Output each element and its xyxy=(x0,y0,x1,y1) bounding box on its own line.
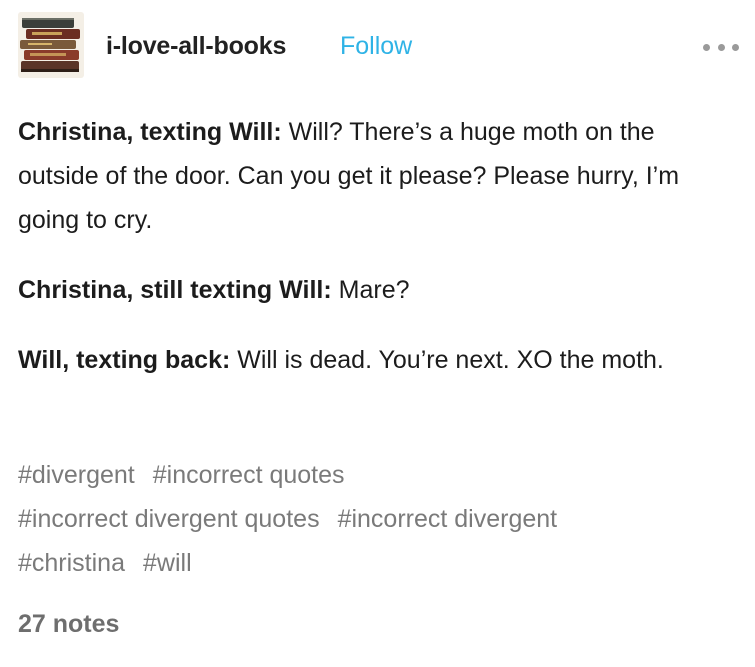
post-paragraph: Christina, still texting Will: Mare? xyxy=(18,268,730,312)
blog-name-link[interactable]: i-love-all-books xyxy=(106,32,286,61)
dot xyxy=(732,44,739,51)
tag-link[interactable]: #incorrect quotes xyxy=(153,453,345,497)
post-paragraph: Will, texting back: Will is dead. You’re… xyxy=(18,338,730,382)
tag-link[interactable]: #will xyxy=(143,541,192,585)
post-tags: #divergent #incorrect quotes #incorrect d… xyxy=(18,453,730,585)
paragraph-text: Mare? xyxy=(331,276,410,304)
post-paragraph: Christina, texting Will: Will? There’s a… xyxy=(18,110,730,242)
speaker-label: Christina, texting Will: xyxy=(18,118,282,146)
blog-avatar[interactable] xyxy=(18,12,84,78)
tag-link[interactable]: #christina xyxy=(18,541,125,585)
tumblr-post: i-love-all-books Follow Christina, texti… xyxy=(0,0,755,667)
tag-link[interactable]: #divergent xyxy=(18,453,135,497)
paragraph-text: Will is dead. You’re next. XO the moth. xyxy=(230,346,664,374)
post-header: i-love-all-books Follow xyxy=(18,12,739,80)
more-options-icon[interactable] xyxy=(703,44,739,54)
speaker-label: Will, texting back: xyxy=(18,346,231,374)
dot xyxy=(717,44,725,51)
tag-link[interactable]: #incorrect divergent xyxy=(338,497,558,541)
dot xyxy=(703,44,710,51)
stacked-books-icon xyxy=(18,12,84,78)
notes-count[interactable]: 27 notes xyxy=(18,610,119,639)
tag-link[interactable]: #incorrect divergent quotes xyxy=(18,497,320,541)
post-body: Christina, texting Will: Will? There’s a… xyxy=(18,110,730,408)
speaker-label: Christina, still texting Will: xyxy=(18,276,332,304)
follow-button[interactable]: Follow xyxy=(340,32,412,61)
